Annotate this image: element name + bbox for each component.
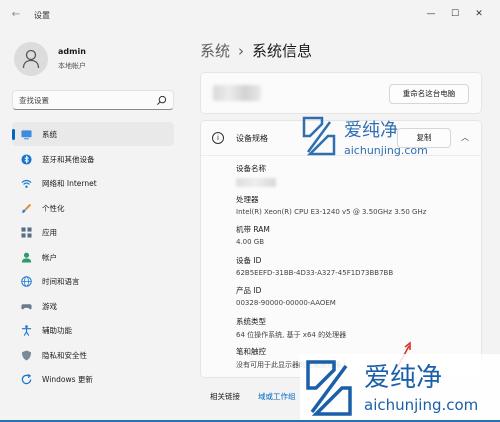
sidebar-item-label: Windows 更新: [42, 375, 93, 384]
watermark-brand: 爱纯净: [364, 363, 442, 393]
sidebar-item-label: 个性化: [42, 203, 65, 213]
spec-value: 00328-90000-00000-AAOEM: [236, 299, 336, 307]
spec-label: 系统类型: [236, 316, 266, 326]
sidebar-item-bluetooth[interactable]: 蓝牙和其他设备: [12, 147, 174, 171]
device-specs-title: 设备规格: [236, 134, 268, 143]
spec-label: 处理器: [236, 194, 259, 204]
rename-pc-button[interactable]: 重命名这台电脑: [389, 84, 469, 104]
sidebar-item-label: 系统: [42, 130, 57, 139]
spec-row-device-name: 设备名称: [236, 163, 476, 194]
watermark-logo: 爱纯净 aichunjing.com: [306, 360, 478, 416]
app-title: 设置: [34, 11, 50, 20]
user-account-type: 本地帐户: [58, 62, 86, 70]
watermark-logo: 爱纯净 aichunjing.com: [302, 116, 428, 157]
device-name-value-redacted: [236, 178, 276, 187]
user-name: admin: [58, 47, 86, 56]
breadcrumb-separator: ›: [238, 42, 245, 60]
title-bar: ← 设置 — ☐ ✕: [0, 0, 500, 30]
sidebar-item-windows-update[interactable]: Windows 更新: [12, 367, 174, 391]
sidebar-item-time-language[interactable]: 时间和语言: [12, 269, 174, 293]
update-icon: [21, 374, 32, 385]
apps-icon: [21, 227, 32, 238]
spec-row-processor: 处理器 Intel(R) Xeon(R) CPU E3-1240 v5 @ 3.…: [236, 194, 476, 225]
spec-value: 62B5EEFD-31BB-4D33-A327-45F1D73BB7BB: [236, 268, 394, 277]
sidebar-item-label: 帐户: [42, 252, 57, 262]
spec-row-system-type: 系统类型 64 位操作系统, 基于 x64 的处理器: [236, 316, 476, 347]
spec-value: 4.00 GB: [236, 238, 265, 246]
spec-list: 设备名称 处理器 Intel(R) Xeon(R) CPU E3-1240 v5…: [236, 163, 476, 377]
brush-icon: [22, 203, 32, 213]
breadcrumb: 系统 › 系统信息: [200, 40, 312, 61]
sidebar-item-privacy[interactable]: 隐私和安全性: [12, 343, 174, 367]
gamepad-icon: [21, 303, 32, 309]
person-icon: [22, 49, 40, 69]
avatar: [14, 42, 48, 76]
sidebar-item-label: 游戏: [42, 301, 57, 311]
spec-row-ram: 机带 RAM 4.00 GB: [236, 224, 476, 255]
spec-label: 机带 RAM: [236, 225, 270, 234]
sidebar-item-accessibility[interactable]: 辅助功能: [12, 318, 174, 342]
related-links-label: 相关链接: [210, 392, 240, 401]
sidebar-item-personalization[interactable]: 个性化: [12, 196, 174, 220]
domain-workgroup-link[interactable]: 域或工作组: [258, 391, 296, 402]
info-icon: i: [212, 132, 224, 144]
back-arrow-icon[interactable]: ←: [10, 9, 22, 21]
sidebar-item-label: 网络和 Internet: [42, 179, 97, 188]
sidebar-item-system[interactable]: 系统: [12, 122, 174, 146]
sidebar-nav: 系统 蓝牙和其他设备 网络和 Internet 个性化 应用 帐户 时间和语言 …: [12, 122, 174, 392]
watermark-url: aichunjing.com: [344, 144, 428, 157]
spec-label: 设备 ID: [236, 255, 262, 265]
wifi-icon: [21, 179, 32, 188]
person-icon: [21, 252, 32, 263]
sidebar-item-accounts[interactable]: 帐户: [12, 245, 174, 269]
sidebar-item-label: 时间和语言: [42, 277, 80, 286]
sidebar-item-label: 应用: [42, 228, 57, 237]
spec-label: 设备名称: [236, 164, 266, 173]
search-input[interactable]: [19, 94, 149, 107]
monitor-icon: [21, 130, 32, 140]
maximize-button[interactable]: ☐: [446, 6, 464, 22]
spec-row-product-id: 产品 ID 00328-90000-00000-AAOEM: [236, 285, 476, 316]
sidebar-item-gaming[interactable]: 游戏: [12, 294, 174, 318]
spec-value: 64 位操作系统, 基于 x64 的处理器: [236, 330, 347, 339]
globe-clock-icon: [21, 276, 32, 287]
spec-value: Intel(R) Xeon(R) CPU E3-1240 v5 @ 3.50GH…: [236, 207, 427, 216]
sidebar-item-label: 辅助功能: [42, 326, 72, 335]
sidebar-item-apps[interactable]: 应用: [12, 220, 174, 244]
shield-icon: [21, 349, 32, 361]
watermark-brand: 爱纯净: [344, 120, 398, 141]
search-icon[interactable]: [156, 95, 167, 106]
breadcrumb-parent[interactable]: 系统: [200, 42, 230, 60]
spec-label: 产品 ID: [236, 286, 262, 295]
spec-label: 笔和触控: [236, 347, 266, 356]
accessibility-icon: [21, 325, 32, 336]
page-title: 系统信息: [252, 42, 313, 60]
device-name-redacted: [213, 85, 261, 101]
close-button[interactable]: ✕: [470, 6, 488, 22]
bluetooth-icon: [21, 153, 32, 165]
user-profile[interactable]: admin 本地帐户: [14, 42, 184, 76]
device-name-card: 重命名这台电脑: [200, 72, 482, 114]
sidebar-item-label: 蓝牙和其他设备: [42, 154, 95, 164]
search-box[interactable]: [12, 90, 174, 110]
watermark-banner: 爱纯净 aichunjing.com: [300, 354, 500, 420]
spec-row-device-id: 设备 ID 62B5EEFD-31BB-4D33-A327-45F1D73BB7…: [236, 255, 476, 286]
minimize-button[interactable]: —: [422, 6, 440, 22]
sidebar-item-network[interactable]: 网络和 Internet: [12, 171, 174, 195]
sidebar-item-label: 隐私和安全性: [42, 350, 87, 360]
watermark-url: aichunjing.com: [364, 396, 478, 414]
settings-window: ← 设置 — ☐ ✕ admin 本地帐户 系统: [0, 0, 500, 420]
